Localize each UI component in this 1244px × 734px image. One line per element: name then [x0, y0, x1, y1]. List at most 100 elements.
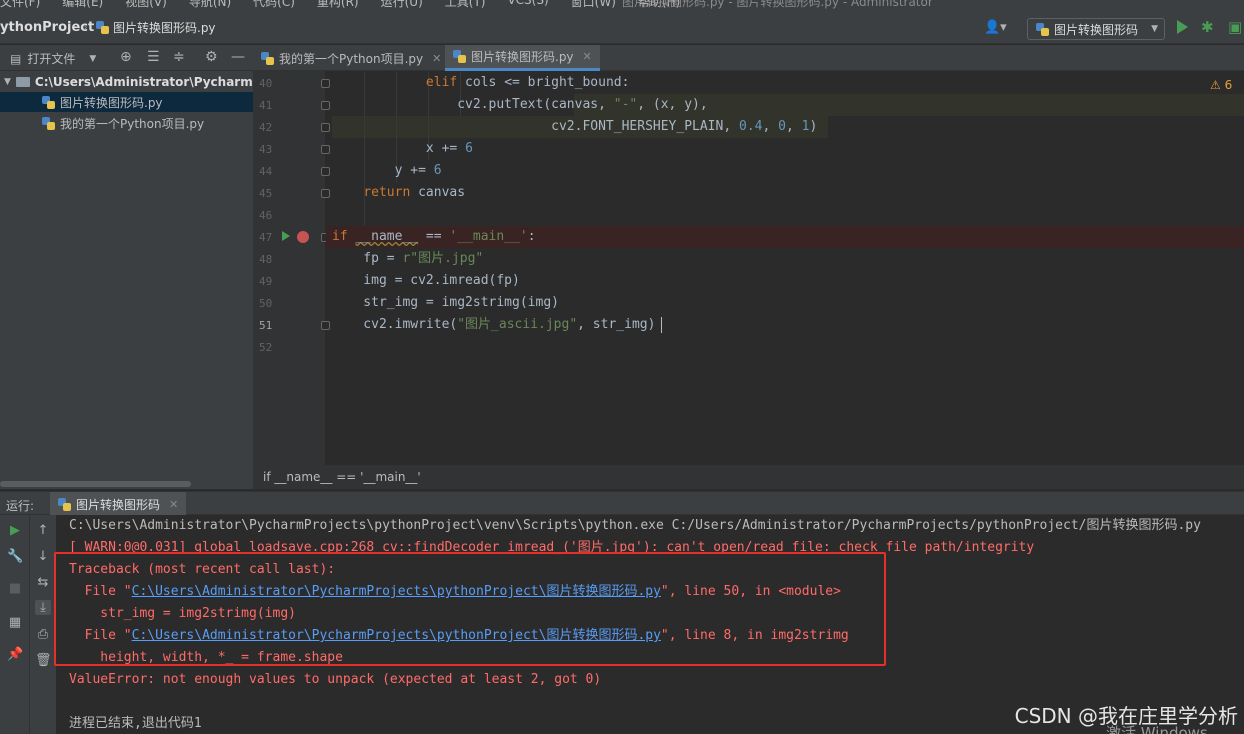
line-number: 47 — [259, 231, 273, 244]
tree-root-label: C:\Users\Administrator\PycharmPr — [34, 75, 268, 89]
menu-item[interactable]: VCS(S) — [507, 0, 548, 10]
menu-item[interactable]: 编辑(E) — [62, 0, 103, 10]
close-icon[interactable]: ✕ — [169, 498, 178, 511]
line-number: 46 — [259, 209, 273, 222]
coverage-icon[interactable]: ▣ — [1228, 18, 1242, 36]
arrow-down-icon[interactable]: ↓ — [35, 549, 51, 564]
soft-wrap-icon[interactable]: ⇆ — [35, 575, 51, 590]
code-breadcrumb-label[interactable]: if __name__ == '__main__' — [263, 470, 421, 484]
code-line[interactable]: cv2.imwrite("图片_ascii.jpg", str_img) — [332, 314, 655, 336]
code-line[interactable]: elif cols <= bright_bound: — [332, 72, 630, 94]
arrow-up-icon[interactable]: ↑ — [35, 523, 51, 538]
code-token: "-" — [613, 97, 638, 112]
menu-item[interactable]: 导航(N) — [189, 0, 231, 10]
run-gutter-icon[interactable] — [282, 231, 290, 241]
code-line[interactable]: x += 6 — [332, 138, 473, 160]
trash-icon[interactable]: 🗑 — [35, 653, 52, 668]
debug-icon[interactable]: ✱ — [1201, 18, 1214, 36]
tree-root-folder[interactable]: ▼ C:\Users\Administrator\PycharmPr — [4, 72, 267, 92]
rerun-icon[interactable]: ▶ — [7, 523, 23, 538]
tab-first-python-project[interactable]: 我的第一个Python项目.py ✕ — [253, 45, 449, 71]
horizontal-scrollbar[interactable] — [0, 481, 191, 487]
scroll-to-end-icon[interactable]: ⤓ — [35, 600, 51, 615]
code-token: canvas — [410, 185, 466, 200]
close-icon[interactable]: ✕ — [583, 50, 592, 63]
code-token: ) — [809, 119, 818, 134]
code-line[interactable]: str_img = img2strimg(img) — [332, 292, 559, 314]
code-token: if — [332, 229, 348, 244]
code-line[interactable]: return canvas — [332, 182, 465, 204]
tree-file-item[interactable]: 图片转换图形码.py — [0, 92, 253, 112]
stop-icon[interactable]: ■ — [7, 581, 23, 596]
code-token: : — [527, 229, 536, 244]
code-token: y += — [332, 163, 434, 178]
expand-all-icon[interactable]: ☰ — [147, 49, 160, 65]
tab-label: 图片转换图形码.py — [471, 50, 574, 64]
wrench-icon[interactable]: 🔧 — [7, 549, 23, 564]
tree-file-label: 图片转换图形码.py — [60, 95, 163, 110]
window-title: 图片转换图形码.py - 图片转换图形码.py - Administrator — [622, 0, 933, 9]
run-config-selector[interactable]: 图片转换图形码 ▼ — [1027, 18, 1165, 40]
python-file-icon — [261, 51, 274, 65]
run-tab[interactable]: 图片转换图形码 ✕ — [50, 492, 187, 516]
menu-item[interactable]: 视图(V) — [125, 0, 167, 10]
code-token: x += — [332, 141, 466, 156]
close-icon[interactable]: ✕ — [432, 52, 441, 65]
open-file-dropdown[interactable]: ▤ 打开文件 ▼ — [10, 50, 96, 67]
menu-item[interactable]: 重构(R) — [317, 0, 359, 10]
run-label: 运行: — [6, 499, 35, 513]
warnings-count: 6 — [1224, 78, 1233, 92]
project-tree: ▼ C:\Users\Administrator\PycharmPr 图片转换图… — [0, 71, 267, 489]
line-number: 49 — [259, 275, 273, 288]
breakpoint-icon[interactable] — [297, 231, 309, 243]
code-line[interactable]: cv2.FONT_HERSHEY_PLAIN, 0.4, 0, 1) — [332, 116, 817, 138]
run-icon[interactable] — [1177, 20, 1188, 34]
code-line[interactable]: fp = r"图片.jpg" — [332, 248, 483, 270]
layout-icon[interactable]: ▦ — [7, 615, 23, 630]
gear-icon[interactable]: ⚙ — [205, 49, 218, 65]
menu-item[interactable]: 代码(C) — [253, 0, 295, 10]
tab-image-converter[interactable]: 图片转换图形码.py ✕ — [445, 45, 600, 71]
pin-icon[interactable]: 📌 — [7, 647, 23, 662]
code-token: str_img = img2strimg(img) — [332, 295, 559, 310]
collapse-all-icon[interactable]: ≑ — [173, 49, 185, 65]
code-line[interactable]: y += 6 — [332, 160, 442, 182]
code-area[interactable]: elif cols <= bright_bound: cv2.putText(c… — [326, 71, 1244, 465]
code-token: , — [762, 119, 779, 134]
code-line[interactable]: if __name__ == '__main__': — [332, 226, 536, 248]
menu-item[interactable]: 工具(T) — [445, 0, 486, 10]
code-token: 6 — [465, 141, 473, 156]
tree-file-item[interactable]: 我的第一个Python项目.py — [0, 113, 253, 133]
code-token: , — [785, 119, 802, 134]
code-line[interactable]: cv2.putText(canvas, "-", (x, y), — [332, 94, 708, 116]
code-token: return — [363, 185, 411, 200]
folder-icon — [15, 77, 30, 87]
code-token: cols <= bright_bound: — [457, 75, 630, 90]
breadcrumb-project[interactable]: ythonProject — [0, 20, 94, 35]
breadcrumb-file[interactable]: 图片转换图形码.py — [96, 19, 216, 36]
menu-item[interactable]: 窗口(W) — [571, 0, 616, 10]
code-token: , (x, y), — [637, 97, 708, 112]
hide-icon[interactable]: — — [231, 49, 245, 65]
print-icon[interactable]: ⎙ — [35, 627, 51, 642]
python-file-icon — [96, 21, 109, 34]
chevron-down-icon: ▼ — [4, 77, 11, 87]
run-toolbar-primary: ▶ 🔧 ■ ▦ 📌 — [0, 515, 30, 734]
run-tab-label: 图片转换图形码 — [76, 497, 161, 512]
user-icon[interactable]: 👤▾ — [984, 20, 1007, 35]
menu-item[interactable]: 运行(U) — [381, 0, 423, 10]
line-number: 44 — [259, 165, 273, 178]
menu-item[interactable]: 文件(F) — [0, 0, 40, 10]
warnings-badge[interactable]: ⚠ 6 — [1210, 78, 1232, 92]
python-file-icon — [1036, 22, 1049, 36]
editor-gutter[interactable]: 40 41 42 43 44 45 46 47 48 49 50 51 52 — [253, 71, 330, 465]
locate-icon[interactable]: ⊕ — [120, 49, 132, 65]
line-number: 45 — [259, 187, 273, 200]
python-file-icon — [453, 50, 466, 63]
line-number: 51 — [259, 319, 273, 332]
code-editor[interactable]: 40 41 42 43 44 45 46 47 48 49 50 51 52 elif cols <= … — [253, 71, 1244, 465]
chevron-down-icon: ▼ — [1151, 24, 1158, 34]
python-file-icon — [42, 116, 55, 130]
code-line[interactable]: img = cv2.imread(fp) — [332, 270, 520, 292]
